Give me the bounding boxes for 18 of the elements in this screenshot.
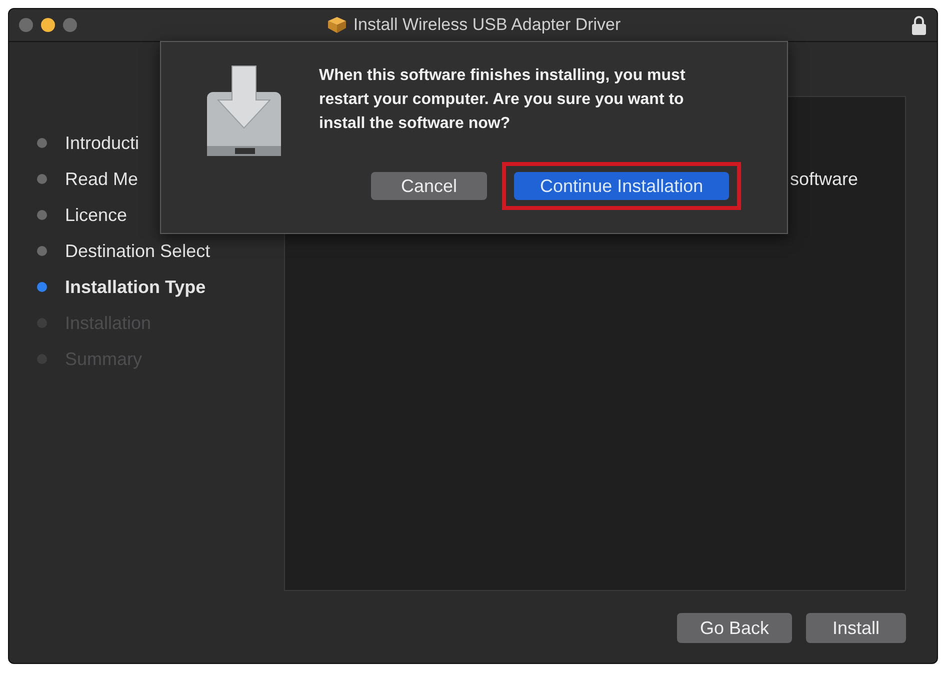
window-title: Install Wireless USB Adapter Driver xyxy=(353,15,621,35)
continue-button[interactable]: Continue Installation xyxy=(514,172,730,200)
install-button[interactable]: Install xyxy=(806,613,906,643)
step-label: Introducti xyxy=(65,132,140,154)
zoom-button[interactable] xyxy=(63,18,77,32)
step-label: Licence xyxy=(65,204,128,226)
dialog-message: When this software finishes installing, you must restart your computer. Are you sure you want to install the software now? xyxy=(319,66,686,134)
step-label: Read Me xyxy=(65,168,138,190)
step-label: Installation Type xyxy=(65,276,206,298)
step-label: Destination Select xyxy=(65,240,210,262)
minimize-button[interactable] xyxy=(41,18,55,32)
go-back-button[interactable]: Go Back xyxy=(677,613,792,643)
content-text: software xyxy=(790,169,858,189)
lock-icon xyxy=(911,15,927,35)
close-button[interactable] xyxy=(19,18,33,32)
cancel-button[interactable]: Cancel xyxy=(371,172,488,200)
package-icon xyxy=(327,16,348,34)
disk-download-icon xyxy=(205,64,283,158)
